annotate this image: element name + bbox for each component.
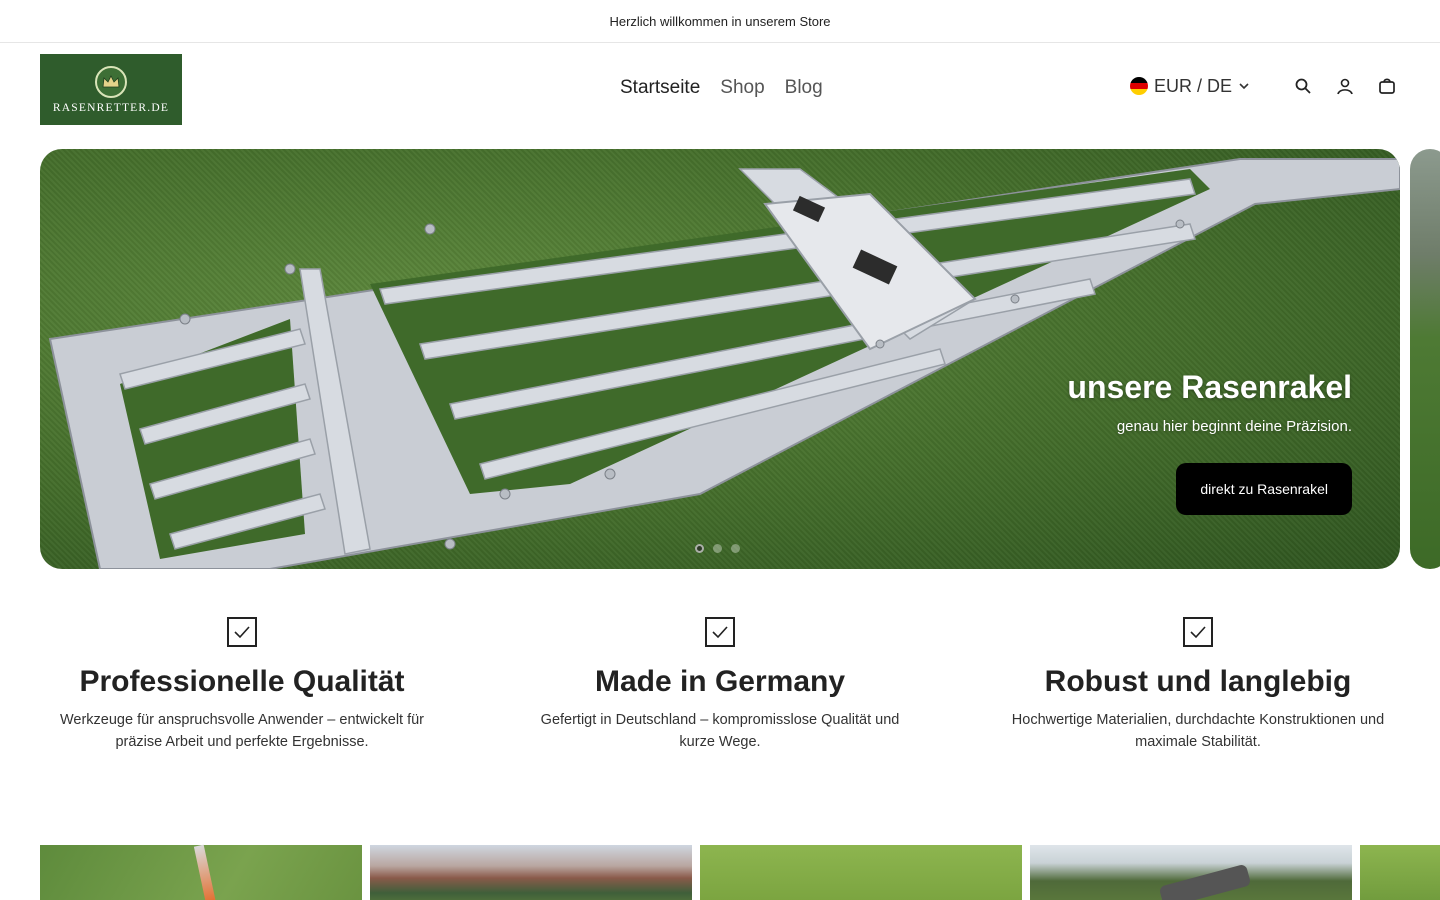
tile-image-partial[interactable]: [1360, 845, 1440, 900]
feature-text: Werkzeuge für anspruchsvolle Anwender – …: [59, 712, 425, 750]
feature-title: Robust und langlebig: [1044, 665, 1352, 698]
checkbox-icon: [705, 617, 735, 647]
feature-title: Professionelle Qualität: [79, 665, 405, 698]
cart-icon[interactable]: [1376, 75, 1398, 97]
feature-robust: Robust und langlebig Hochwertige Materia…: [988, 617, 1408, 753]
hero-title: unsere Rasenrakel: [1067, 369, 1352, 405]
slider-dots: [695, 544, 740, 553]
tile-image-roller[interactable]: [1030, 845, 1352, 900]
hero-subtitle: genau hier beginnt deine Präzision.: [1116, 418, 1352, 435]
tile-image-lawn-tool[interactable]: [40, 844, 362, 900]
feature-title: Made in Germany: [594, 665, 846, 698]
germany-flag-icon: [1129, 77, 1148, 95]
logo-text: RASENRETTER.DE: [52, 101, 170, 114]
next-slide-peek[interactable]: [1410, 149, 1440, 569]
account-icon[interactable]: [1334, 75, 1356, 97]
feature-text: Gefertigt in Deutschland – kompromisslos…: [540, 712, 900, 750]
nav-link-shop[interactable]: Shop: [720, 77, 764, 99]
hero-slider[interactable]: unsere Rasenrakel genau hier beginnt dei…: [40, 149, 1400, 569]
slider-dot-2[interactable]: [713, 544, 722, 553]
tile-image-lawn[interactable]: [700, 845, 1022, 900]
feature-made-in-germany: Made in Germany Gefertigt in Deutschland…: [510, 617, 930, 753]
checkbox-icon: [1183, 617, 1213, 647]
checkbox-icon: [227, 617, 257, 647]
currency-label: EUR / DE: [1153, 75, 1232, 96]
search-icon[interactable]: [1292, 75, 1314, 97]
header-actions: EUR / DE: [1129, 75, 1398, 97]
nav-link-startseite[interactable]: Startseite: [620, 77, 700, 99]
chevron-down-icon: [1239, 83, 1249, 90]
feature-text: Hochwertige Materialien, durchdachte Kon…: [1011, 712, 1385, 750]
hero-content: unsere Rasenrakel genau hier beginnt dei…: [1067, 369, 1352, 515]
slider-dot-1[interactable]: [695, 544, 704, 553]
site-header: RASENRETTER.DE Startseite Shop Blog EUR …: [0, 43, 1440, 135]
tile-image-lake[interactable]: [370, 845, 692, 900]
main-nav: Startseite Shop Blog: [620, 77, 823, 99]
announcement-text: Herzlich willkommen in unserem Store: [609, 13, 831, 29]
currency-selector[interactable]: EUR / DE: [1129, 75, 1250, 97]
crown-icon: [95, 65, 127, 98]
announcement-bar: Herzlich willkommen in unserem Store: [0, 0, 1440, 43]
feature-quality: Professionelle Qualität Werkzeuge für an…: [32, 617, 452, 753]
slider-dot-3[interactable]: [731, 544, 740, 553]
nav-link-blog[interactable]: Blog: [785, 77, 823, 99]
hero-cta-button[interactable]: direkt zu Rasenrakel: [1176, 463, 1352, 515]
logo[interactable]: RASENRETTER.DE: [40, 54, 182, 125]
image-tiles: [40, 844, 1440, 900]
